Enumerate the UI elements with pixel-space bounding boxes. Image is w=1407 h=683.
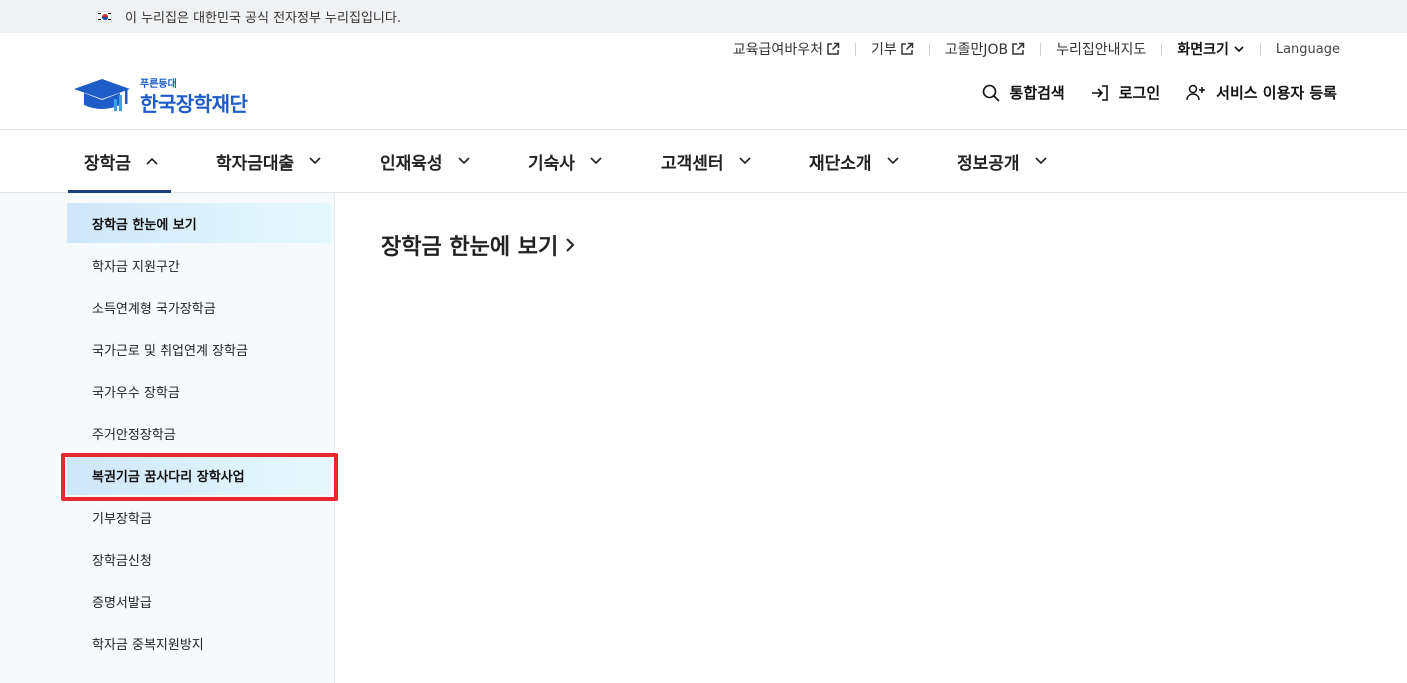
side-item-overview[interactable]: 장학금 한눈에 보기: [67, 203, 331, 243]
chevron-up-icon: [146, 157, 158, 165]
divider: [1259, 42, 1261, 56]
side-item-housing[interactable]: 주거안정장학금: [67, 413, 331, 453]
gnb-label: 인재육성: [380, 153, 443, 174]
graduation-cap-logo-icon: [74, 79, 130, 111]
side-item-excellence[interactable]: 국가우수 장학금: [67, 371, 331, 411]
gnb-item-customer-center[interactable]: 고객센터: [661, 130, 752, 192]
external-link-icon: [827, 42, 840, 55]
gnb-label: 기숙사: [528, 153, 575, 174]
side-item-national-scholarship[interactable]: 소득연계형 국가장학금: [67, 287, 331, 327]
header-actions: 통합검색 로그인 서비스 이용자 등록: [956, 82, 1337, 103]
side-item-donation[interactable]: 기부장학금: [67, 497, 331, 537]
gnb-item-about[interactable]: 재단소개: [809, 130, 900, 192]
gnb-label: 고객센터: [661, 153, 724, 174]
gnb-label: 장학금: [84, 153, 131, 174]
sitemap-link[interactable]: 누리집안내지도: [1056, 39, 1146, 59]
external-link-icon: [1012, 42, 1025, 55]
divider: [854, 42, 856, 56]
add-user-icon: [1186, 84, 1206, 100]
page-title-text: 장학금 한눈에 보기: [381, 235, 559, 260]
logo-name: 한국장학재단: [140, 92, 248, 116]
search-icon: [982, 84, 1000, 102]
gnb-item-loan[interactable]: 학자금대출: [216, 130, 322, 192]
search-button[interactable]: 통합검색: [982, 82, 1065, 103]
side-item-income-bracket[interactable]: 학자금 지원구간: [67, 245, 331, 285]
utility-links: 교육급여바우처 기부 고졸만JOB 누리집안내지도 화면크기 Language: [733, 38, 1340, 60]
login-label: 로그인: [1118, 84, 1161, 102]
gnb-label: 학자금대출: [216, 153, 295, 174]
donate-link[interactable]: 기부: [871, 39, 914, 59]
gnb-label: 정보공개: [957, 153, 1020, 174]
gov-banner-text: 이 누리집은 대한민국 공식 전자정부 누리집입니다.: [125, 11, 401, 26]
external-link-icon: [900, 42, 913, 55]
chevron-down-icon: [738, 157, 751, 165]
side-item-certificate[interactable]: 증명서발급: [67, 581, 331, 621]
register-label: 서비스 이용자 등록: [1216, 84, 1337, 102]
chevron-down-icon: [886, 157, 899, 165]
language-button[interactable]: Language: [1276, 42, 1340, 57]
login-icon: [1091, 84, 1108, 101]
highlight-box: [61, 453, 338, 501]
gnb-label: 재단소개: [809, 153, 872, 174]
language-label: Language: [1275, 41, 1340, 57]
login-button[interactable]: 로그인: [1091, 82, 1160, 103]
chevron-down-icon: [1034, 157, 1047, 165]
chevron-down-icon: [309, 157, 321, 165]
font-size-toggle[interactable]: 화면크기: [1177, 39, 1245, 59]
side-item-apply[interactable]: 장학금신청: [67, 539, 331, 579]
korea-flag-icon: [96, 11, 112, 22]
job-link[interactable]: 고졸만JOB: [945, 39, 1025, 59]
chevron-down-icon: [457, 157, 470, 165]
chevron-down-icon: [590, 157, 602, 165]
sitemap-label: 누리집안내지도: [1056, 42, 1147, 58]
gnb-item-talent[interactable]: 인재육성: [380, 130, 471, 192]
divider: [1161, 42, 1163, 56]
side-navigation: 장학금 한눈에 보기 학자금 지원구간 소득연계형 국가장학금 국가근로 및 취…: [0, 193, 335, 683]
side-item-duplicate-prevention[interactable]: 학자금 중복지원방지: [67, 623, 331, 663]
donate-label: 기부: [870, 42, 897, 58]
divider: [928, 42, 930, 56]
divider: [1040, 42, 1042, 56]
global-navigation: 장학금 학자금대출 인재육성 기숙사 고객센터 재단소개 정보공개: [0, 129, 1407, 193]
side-item-work-study[interactable]: 국가근로 및 취업연계 장학금: [67, 329, 331, 369]
voucher-label: 교육급여바우처: [732, 42, 823, 58]
register-button[interactable]: 서비스 이용자 등록: [1186, 82, 1337, 103]
gnb-item-disclosure[interactable]: 정보공개: [957, 130, 1048, 192]
gov-banner: 이 누리집은 대한민국 공식 전자정부 누리집입니다.: [0, 0, 1407, 33]
search-label: 통합검색: [1009, 84, 1065, 102]
page-title[interactable]: 장학금 한눈에 보기: [381, 229, 576, 261]
gnb-item-scholarship[interactable]: 장학금: [68, 130, 171, 193]
font-size-label: 화면크기: [1177, 42, 1229, 58]
voucher-link[interactable]: 교육급여바우처: [733, 39, 840, 59]
job-label: 고졸만JOB: [944, 42, 1009, 58]
gnb-item-dormitory[interactable]: 기숙사: [528, 130, 603, 192]
site-logo[interactable]: 푸른등대 한국장학재단: [72, 74, 262, 116]
chevron-right-icon: [566, 238, 575, 252]
chevron-down-icon: [1234, 46, 1244, 53]
